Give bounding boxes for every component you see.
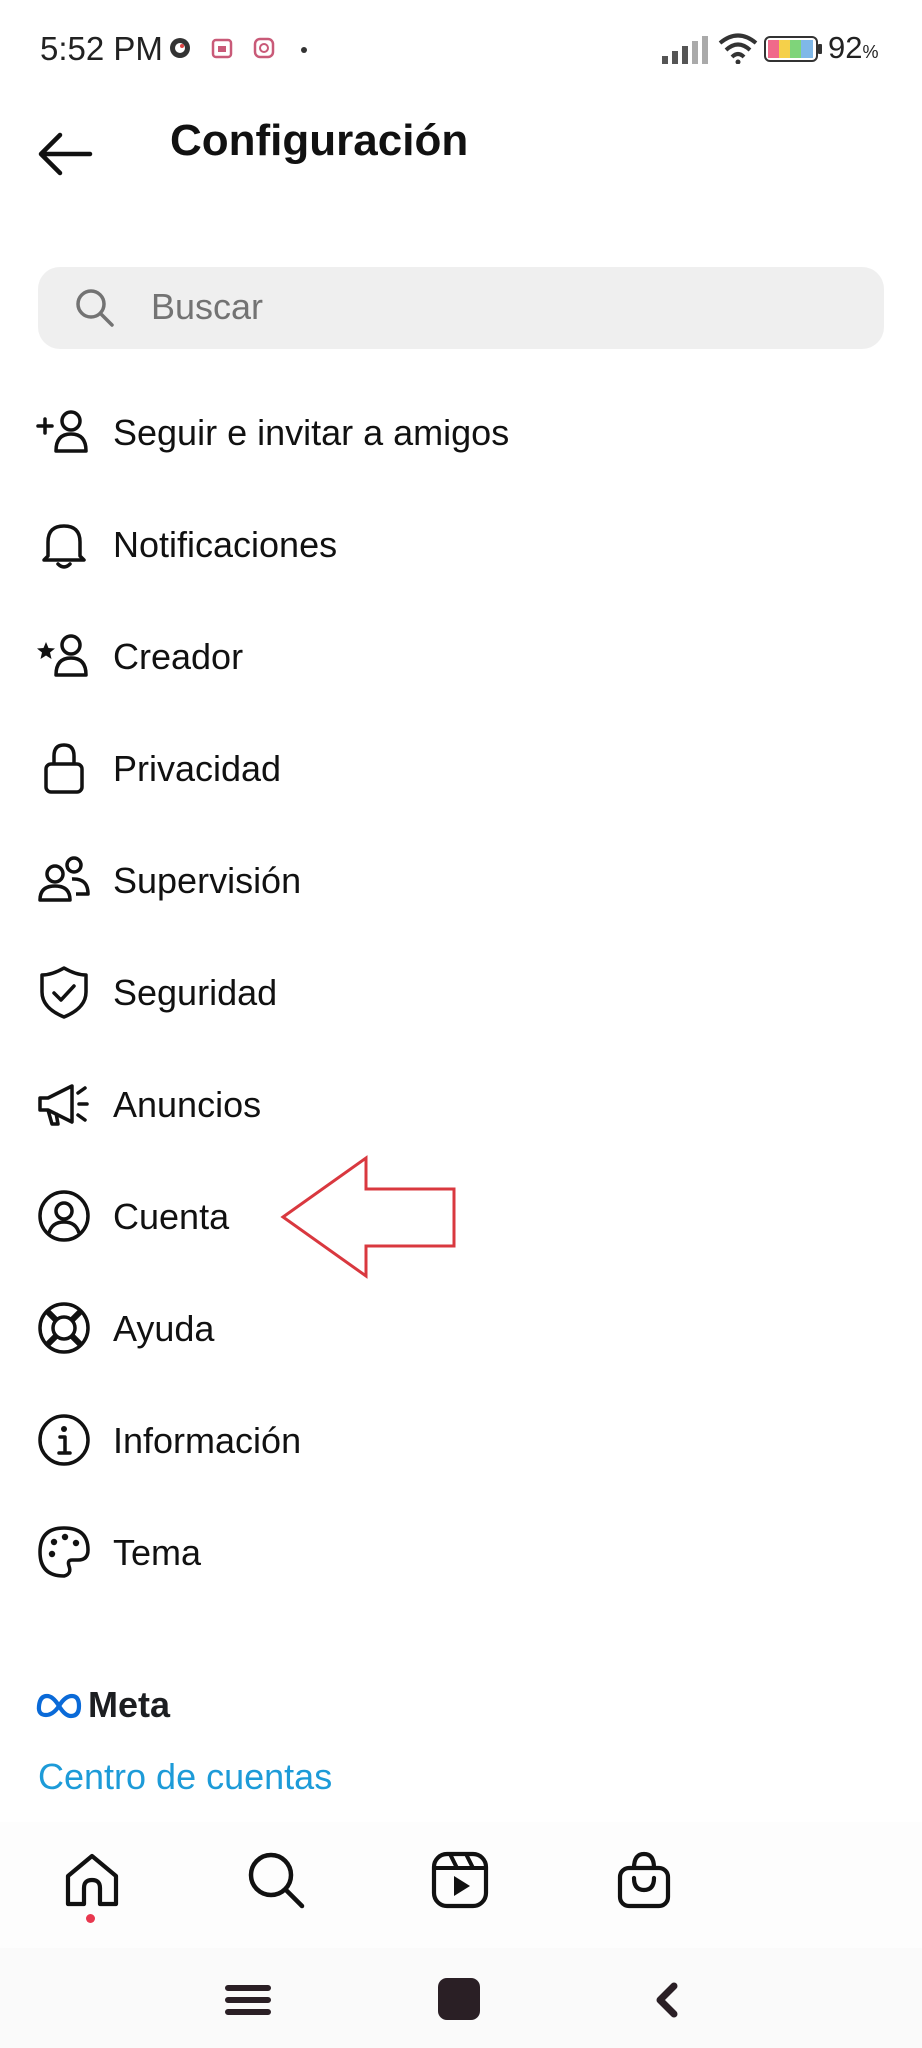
meta-infinity-icon	[36, 1693, 82, 1719]
menu-item-label: Cuenta	[113, 1196, 230, 1237]
signal-icon	[662, 36, 708, 64]
shield-check-icon	[36, 964, 92, 1020]
battery-percent: 92%	[828, 30, 879, 65]
back-button[interactable]	[34, 122, 98, 186]
header: Configuración	[0, 100, 922, 210]
menu-item-security[interactable]: Seguridad	[0, 936, 922, 1048]
menu-item-ads[interactable]: Anuncios	[0, 1048, 922, 1160]
lifebuoy-icon	[36, 1300, 92, 1356]
nav-home-button[interactable]	[60, 1848, 124, 1912]
menu-item-creator[interactable]: Creador	[0, 600, 922, 712]
menu-item-notifications[interactable]: Notificaciones	[0, 488, 922, 600]
home-notification-dot	[86, 1914, 95, 1923]
annotation-arrow	[280, 1155, 456, 1279]
menu-item-label: Seguridad	[113, 972, 278, 1013]
lock-icon	[36, 740, 92, 796]
people-icon	[36, 852, 92, 908]
menu-item-label: Seguir e invitar a amigos	[113, 412, 510, 453]
home-square-icon	[438, 1978, 480, 2020]
search-input[interactable]: Buscar	[38, 267, 884, 349]
reels-icon	[431, 1851, 489, 1909]
menu-item-supervision[interactable]: Supervisión	[0, 824, 922, 936]
menu-item-privacy[interactable]: Privacidad	[0, 712, 922, 824]
nav-search-button[interactable]	[244, 1848, 308, 1912]
bottom-nav	[0, 1822, 922, 1948]
info-icon	[36, 1412, 92, 1468]
menu-item-label: Notificaciones	[113, 524, 338, 565]
search-placeholder: Buscar	[151, 286, 264, 327]
nav-reels-button[interactable]	[428, 1848, 492, 1912]
menu-icon	[225, 1985, 271, 2015]
accounts-center-link[interactable]: Centro de cuentas	[38, 1756, 332, 1798]
menu-item-label: Anuncios	[113, 1084, 262, 1125]
app-notification-icon	[170, 38, 190, 58]
megaphone-icon	[36, 1076, 92, 1132]
search-icon	[248, 1852, 305, 1909]
system-nav-bar	[0, 1948, 922, 2048]
dot-icon	[301, 47, 307, 53]
system-menu-button[interactable]	[220, 1972, 276, 2028]
bell-icon	[36, 516, 92, 572]
menu-item-label: Supervisión	[113, 860, 302, 901]
palette-icon	[36, 1524, 92, 1580]
arrow-left-icon	[38, 132, 93, 176]
wifi-icon	[718, 33, 758, 64]
shop-icon	[617, 1851, 671, 1909]
account-circle-icon	[36, 1188, 92, 1244]
add-person-icon	[36, 404, 92, 460]
page-title: Configuración	[170, 116, 469, 165]
calendar-notification-icon	[211, 38, 233, 59]
menu-item-label: Tema	[113, 1532, 202, 1573]
status-bar: 5:52 PM 92%	[0, 0, 922, 100]
menu-item-label: Información	[113, 1420, 302, 1461]
menu-item-label: Creador	[113, 636, 244, 677]
menu-item-theme[interactable]: Tema	[0, 1496, 922, 1608]
back-chevron-icon	[656, 1982, 678, 2018]
app-notification-icon	[253, 37, 275, 59]
menu-item-help[interactable]: Ayuda	[0, 1272, 922, 1384]
nav-shop-button[interactable]	[612, 1848, 676, 1912]
star-person-icon	[36, 628, 92, 684]
home-icon	[65, 1853, 119, 1907]
system-back-button[interactable]	[640, 1972, 696, 2028]
meta-wordmark: Meta	[88, 1684, 171, 1725]
system-home-button[interactable]	[432, 1972, 488, 2028]
menu-item-account[interactable]: Cuenta	[0, 1160, 922, 1272]
menu-item-label: Ayuda	[113, 1308, 215, 1349]
search-icon	[76, 289, 114, 327]
status-time: 5:52 PM	[40, 30, 163, 67]
menu-item-follow-invite[interactable]: Seguir e invitar a amigos	[0, 376, 922, 488]
menu-item-label: Privacidad	[113, 748, 282, 789]
battery-icon	[764, 36, 822, 62]
menu-item-information[interactable]: Información	[0, 1384, 922, 1496]
